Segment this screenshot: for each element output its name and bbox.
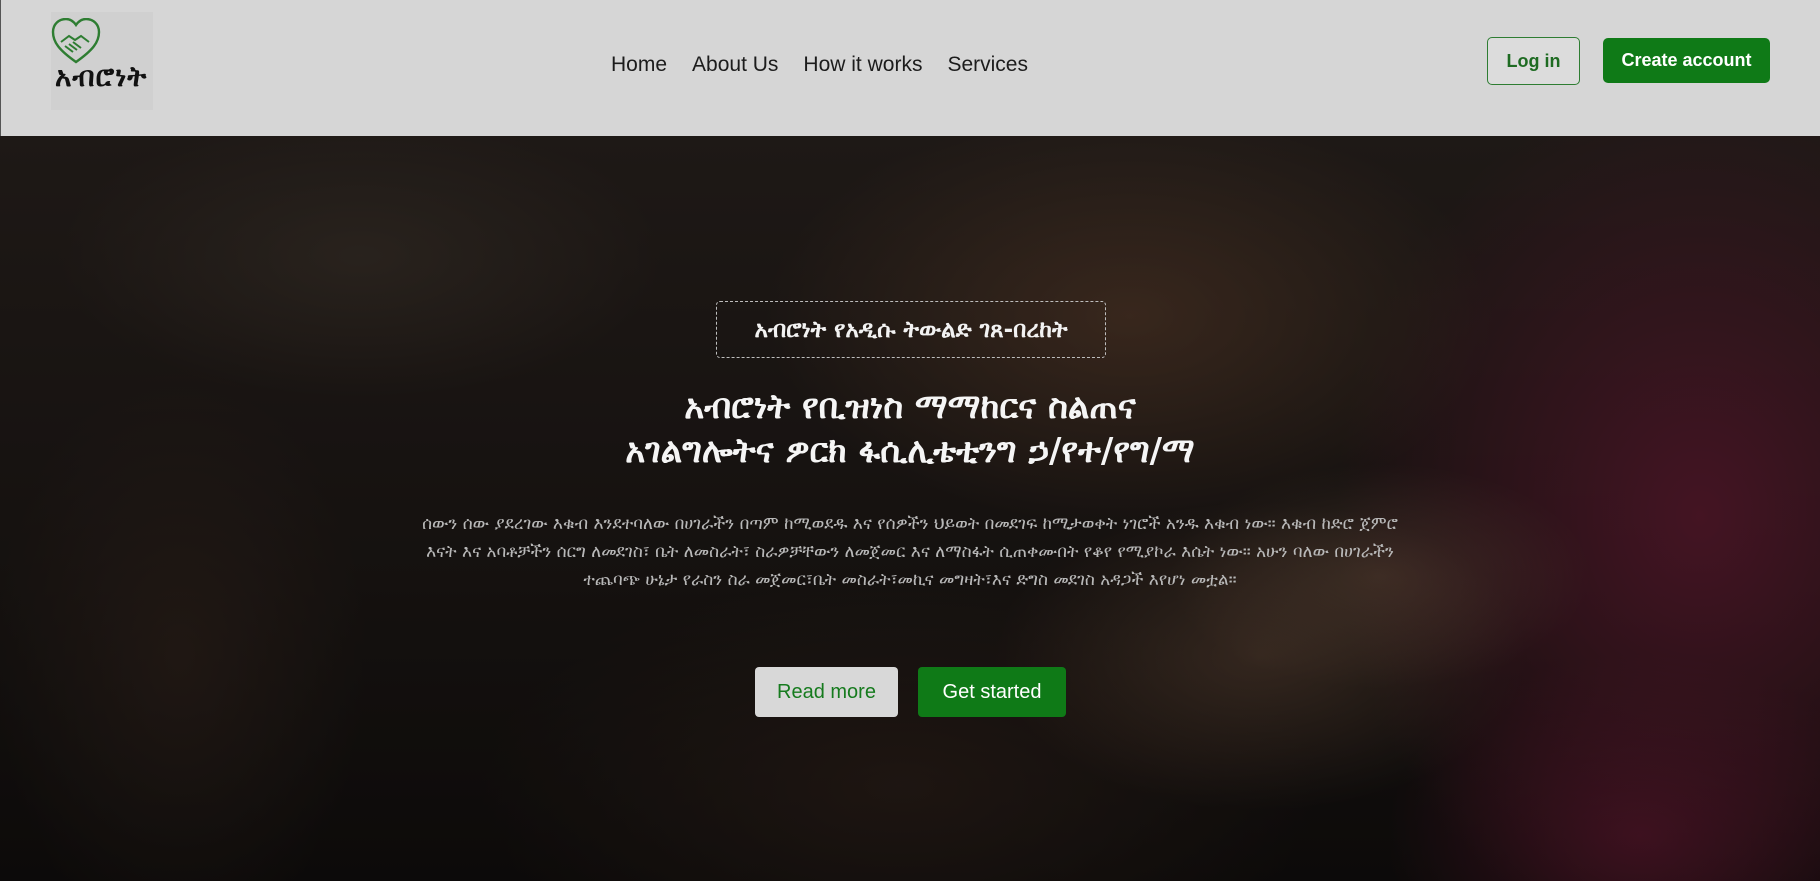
hero-title: አብሮነት የቢዝነስ ማማከርና ስልጠና አገልግሎትና ዎርክ ፋሲሊቴቲ… bbox=[470, 385, 1350, 473]
hero-background-image bbox=[0, 136, 1820, 881]
hero-description: ሰውን ሰው ያደረገው እቁብ እንደተባለው በሀገራችን በጣም ከሚወደ… bbox=[422, 514, 1398, 590]
read-more-button[interactable]: Read more bbox=[755, 667, 898, 717]
get-started-button[interactable]: Get started bbox=[918, 667, 1066, 717]
nav-home[interactable]: Home bbox=[611, 52, 667, 78]
hero-title-line-2: አገልግሎትና ዎርክ ፋሲሊቴቲንግ ኃ/የተ/የግ/ማ bbox=[625, 431, 1195, 471]
site-header: አብሮነት Home About Us How it works Service… bbox=[0, 0, 1820, 136]
nav-about-us[interactable]: About Us bbox=[692, 52, 778, 78]
handshake-heart-icon bbox=[51, 18, 101, 64]
hero-tagline: አብሮነት የአዲሱ ትውልድ ገጸ-በረከት bbox=[716, 301, 1106, 358]
brand-logo[interactable]: አብሮነት bbox=[51, 12, 153, 110]
nav-how-it-works[interactable]: How it works bbox=[803, 52, 922, 78]
login-button[interactable]: Log in bbox=[1487, 37, 1580, 85]
hero-title-line-1: አብሮነት የቢዝነስ ማማከርና ስልጠና bbox=[684, 387, 1136, 427]
logo-text: አብሮነት bbox=[55, 60, 148, 93]
main-nav: Home About Us How it works Services bbox=[611, 52, 1028, 78]
nav-services[interactable]: Services bbox=[947, 52, 1028, 78]
create-account-button[interactable]: Create account bbox=[1603, 38, 1770, 83]
hero-section: አብሮነት የአዲሱ ትውልድ ገጸ-በረከት አብሮነት የቢዝነስ ማማከር… bbox=[0, 136, 1820, 881]
